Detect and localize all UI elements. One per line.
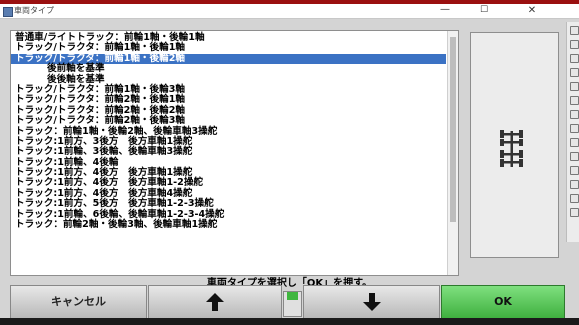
- scrollbar-thumb[interactable]: [450, 37, 456, 222]
- vehicle-type-window: 車両タイプ — ☐ ✕ 普通車/ライトトラック：前輪1軸・後輪1軸 トラック/トラ…: [0, 4, 579, 318]
- toolbar-icon-1[interactable]: [570, 26, 579, 35]
- truck-axle-diagram-icon: [500, 130, 523, 167]
- vehicle-preview-panel: [470, 32, 559, 258]
- toolbar-icon-9[interactable]: [570, 138, 579, 147]
- toolbar-icon-4[interactable]: [570, 68, 579, 77]
- toolbar-icon-11[interactable]: [570, 166, 579, 175]
- toolbar-icon-12[interactable]: [570, 180, 579, 189]
- toolbar-icon-6[interactable]: [570, 96, 579, 105]
- right-toolbar: [566, 22, 579, 242]
- scroll-up-button[interactable]: [148, 285, 282, 319]
- toolbar-icon-8[interactable]: [570, 124, 579, 133]
- toolbar-icon-7[interactable]: [570, 110, 579, 119]
- maximize-button[interactable]: ☐: [466, 4, 502, 18]
- toolbar-icon-10[interactable]: [570, 152, 579, 161]
- toolbar-icon-3[interactable]: [570, 54, 579, 63]
- ok-button[interactable]: OK: [441, 285, 565, 319]
- list-item[interactable]: トラック/トラクタ：前輪2軸・後輪3軸: [11, 115, 446, 126]
- app-icon: [3, 7, 13, 17]
- arrow-down-icon: [362, 293, 381, 311]
- position-indicator-green: [287, 292, 298, 300]
- list-item[interactable]: 後前軸を基準: [11, 63, 446, 74]
- position-indicator: [283, 291, 302, 317]
- arrow-up-icon: [206, 293, 224, 311]
- vehicle-type-list[interactable]: 普通車/ライトトラック：前輪1軸・後輪1軸 トラック/トラクタ：前輪1軸・後輪1軸…: [10, 30, 459, 276]
- list-item[interactable]: トラック：前輪2軸・後輪3軸、後輪車軸1操舵: [11, 219, 446, 230]
- toolbar-icon-14[interactable]: [570, 208, 579, 217]
- taskbar: [0, 318, 579, 325]
- toolbar-icon-2[interactable]: [570, 40, 579, 49]
- window-title: 車両タイプ: [14, 6, 54, 15]
- scroll-down-button[interactable]: [303, 285, 440, 319]
- title-bar: 車両タイプ — ☐ ✕: [0, 4, 579, 19]
- toolbar-icon-5[interactable]: [570, 82, 579, 91]
- vehicle-type-list-items: 普通車/ライトトラック：前輪1軸・後輪1軸 トラック/トラクタ：前輪1軸・後輪1軸…: [11, 32, 446, 230]
- close-button[interactable]: ✕: [510, 4, 554, 18]
- minimize-button[interactable]: —: [427, 4, 463, 18]
- list-scrollbar[interactable]: [447, 31, 458, 275]
- toolbar-icon-13[interactable]: [570, 194, 579, 203]
- cancel-button[interactable]: キャンセル: [10, 285, 147, 319]
